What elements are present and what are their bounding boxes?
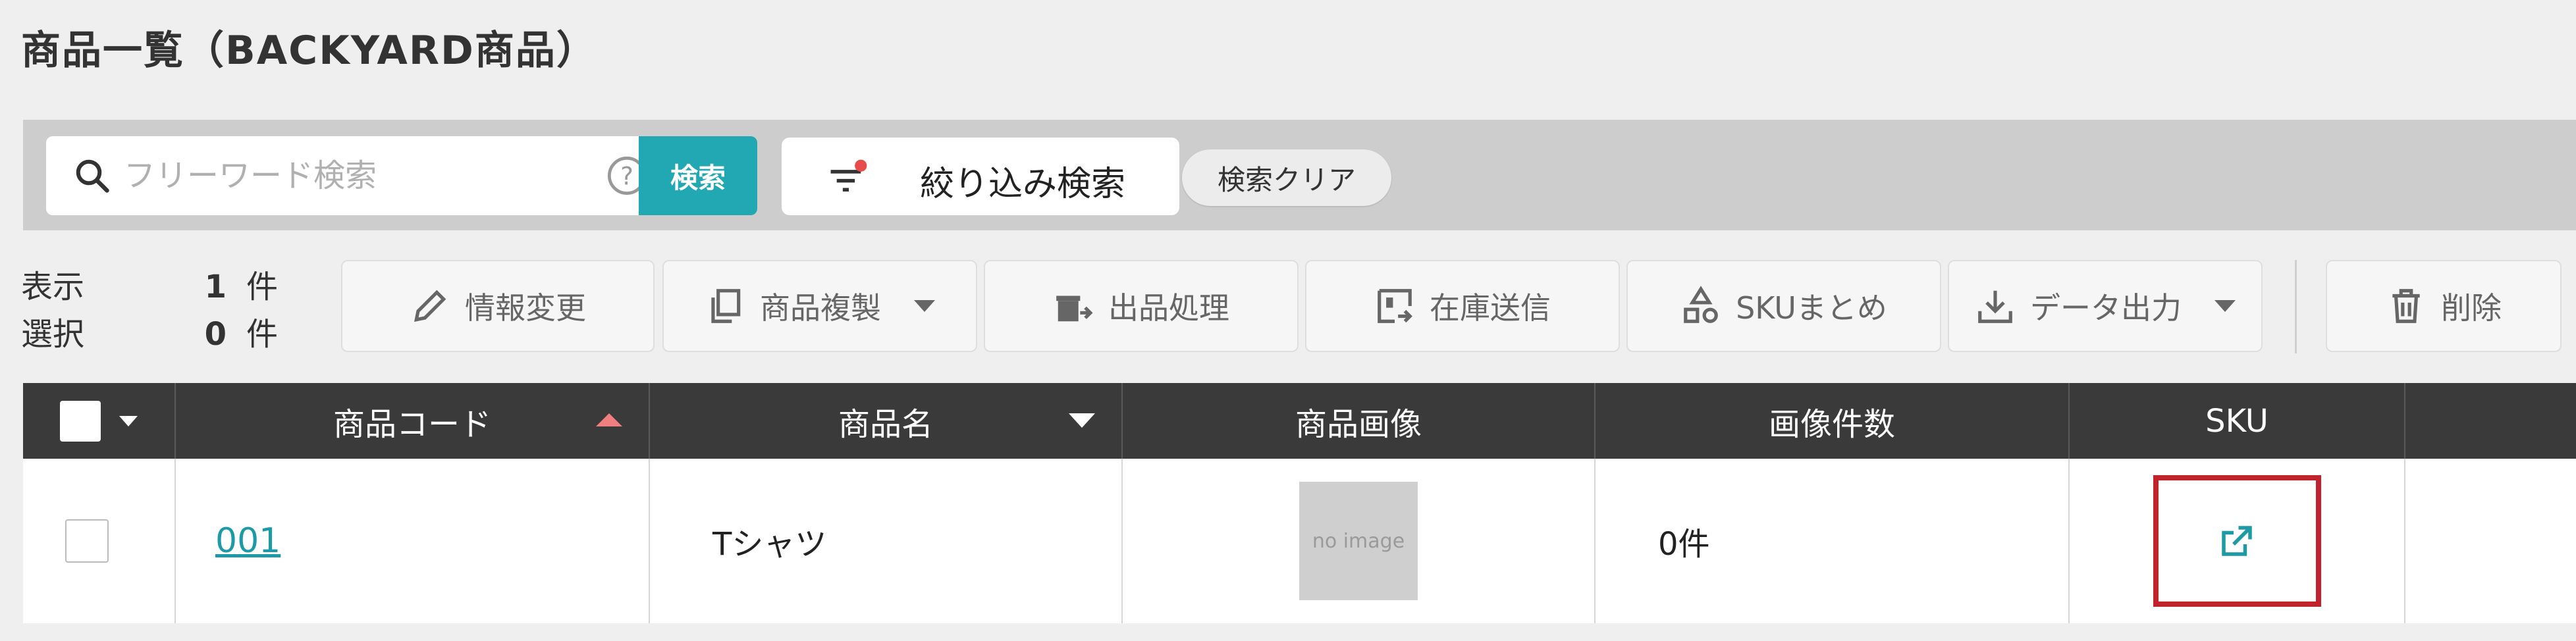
sku-group-label: SKUまとめ [1736,290,1887,326]
pencil-icon [414,290,446,322]
table-header: 商品コード 商品名 商品画像 画像件数 SKU [23,383,2576,459]
sku-highlight-box [2153,475,2321,607]
search-icon [76,159,109,193]
search-panel: ? 検索 絞り込み検索 検索クリア [23,120,2576,230]
sort-desc-icon [1069,413,1095,428]
edit-info-label: 情報変更 [465,290,586,326]
image-count-cell: 0件 [1596,459,2070,623]
search-clear-button[interactable]: 検索クリア [1182,149,1391,206]
edit-info-button[interactable]: 情報変更 [341,260,655,352]
stock-send-icon [1378,289,1412,323]
table-row: 001 Tシャツ no image 0件 [23,459,2576,623]
listing-button[interactable]: 出品処理 [984,260,1299,352]
product-image-cell: no image [1123,459,1596,623]
copy-icon [711,289,741,323]
column-header-image-label: 商品画像 [1295,405,1422,443]
sku-group-button[interactable]: SKUまとめ [1626,260,1941,352]
sort-asc-icon [596,413,622,426]
trash-icon [2392,289,2420,323]
column-header-image-count-label: 画像件数 [1768,405,1895,443]
duplicate-label: 商品複製 [760,290,881,326]
column-header-sku-label: SKU [2205,402,2268,440]
filter-search-label: 絞り込み検索 [920,165,1126,204]
search-input[interactable] [124,149,545,202]
delete-label: 削除 [2441,290,2502,326]
column-header-image: 商品画像 [1123,383,1596,459]
gift-icon [1056,295,1093,322]
column-header-code[interactable]: 商品コード [176,383,650,459]
product-image-placeholder: no image [1299,482,1418,600]
product-code-cell: 001 [176,459,650,623]
column-header-image-count: 画像件数 [1596,383,2070,459]
display-count-value: 1 [204,269,227,305]
listing-label: 出品処理 [1108,290,1229,326]
product-code-link[interactable]: 001 [215,521,281,561]
row-select-cell [23,459,176,623]
search-box: ? [46,136,663,215]
chevron-down-icon [2214,300,2236,312]
filter-icon [830,159,867,192]
column-header-sku: SKU [2070,383,2405,459]
selected-count-label: 選択 [21,316,85,353]
duplicate-button[interactable]: 商品複製 [662,260,977,352]
product-name: Tシャツ [712,526,827,563]
download-icon [1978,290,2012,323]
toolbar-divider [2295,260,2297,353]
column-header-name-label: 商品名 [838,405,933,443]
chevron-down-icon [914,300,935,312]
sku-cell [2070,459,2405,623]
row-checkbox[interactable] [65,519,109,563]
page-title: 商品一覧（BACKYARD商品） [21,28,597,74]
svg-text:?: ? [620,161,633,190]
display-count-unit: 件 [246,269,279,305]
data-export-button[interactable]: データ出力 [1948,260,2263,352]
result-counts: 表示 1 件 選択 0 件 [21,263,278,358]
select-all-checkbox[interactable] [60,400,101,442]
selected-count-value: 0 [204,316,227,353]
selected-count-unit: 件 [246,316,279,353]
filter-search-button[interactable]: 絞り込み検索 [782,138,1179,215]
search-button[interactable]: 検索 [639,136,757,215]
select-all-column [23,383,176,459]
image-count: 0件 [1658,526,1710,563]
stock-send-label: 在庫送信 [1430,290,1551,326]
select-menu-caret-icon[interactable] [119,415,138,426]
data-export-label: データ出力 [2030,290,2182,326]
column-header-code-label: 商品コード [333,405,491,443]
column-header-name[interactable]: 商品名 [650,383,1123,459]
product-name-cell: Tシャツ [650,459,1123,623]
stock-send-button[interactable]: 在庫送信 [1305,260,1620,352]
shapes-icon [1684,286,1718,323]
delete-button[interactable]: 削除 [2326,260,2562,352]
display-count-label: 表示 [21,269,85,305]
external-link-icon[interactable] [2217,521,2257,561]
